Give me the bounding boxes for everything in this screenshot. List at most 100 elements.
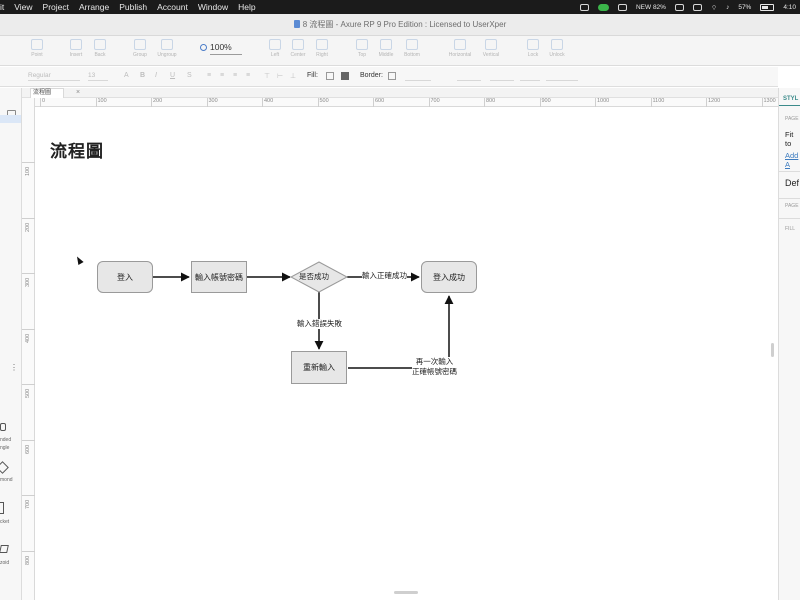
camera-icon[interactable]: [579, 3, 589, 11]
ruler-tick: [761, 98, 763, 107]
opacity-select[interactable]: [560, 72, 578, 81]
valign-top-icon[interactable]: ⊤: [264, 72, 270, 80]
trapezoid-label: zoid: [0, 560, 10, 566]
node-login[interactable]: 登入: [97, 261, 153, 293]
edge-label-correct[interactable]: 輸入正確成功: [362, 271, 407, 282]
ruler-tick: [706, 98, 707, 107]
align-bottom-button[interactable]: Bottom: [398, 39, 426, 58]
tab-close-icon[interactable]: ×: [76, 88, 80, 98]
border-pattern-select[interactable]: [457, 72, 481, 81]
fill-color-swatch[interactable]: [326, 72, 334, 80]
display-icon[interactable]: [617, 3, 627, 11]
align-left-icon: [269, 39, 281, 50]
page-title[interactable]: 流程圖: [50, 137, 104, 162]
ruler-tick: [428, 98, 430, 107]
ruler-tick: [22, 328, 35, 330]
valign-bottom-icon[interactable]: ⊥: [290, 72, 296, 80]
fill-style-swatch[interactable]: [341, 72, 349, 80]
canvas-horizontal-scrollbar[interactable]: [394, 591, 418, 594]
zoom-control[interactable]: 100%: [200, 42, 242, 55]
ruler-label: 400: [264, 98, 274, 104]
tab-flowchart[interactable]: 流程圖: [30, 88, 64, 98]
underline-button[interactable]: U: [170, 72, 175, 79]
unlock-icon: [551, 39, 563, 50]
notes-icon[interactable]: [674, 3, 684, 11]
selected-page-row[interactable]: [0, 115, 21, 123]
wechat-icon[interactable]: [597, 3, 609, 11]
menu-help[interactable]: Help: [238, 2, 255, 12]
distribute-vertical-button[interactable]: Vertical: [477, 39, 505, 58]
menu-arrange[interactable]: Arrange: [79, 2, 109, 12]
trapezoid-shape-icon[interactable]: [0, 545, 9, 553]
menu-publish[interactable]: Publish: [119, 2, 147, 12]
ruler-label: 300: [208, 98, 218, 104]
unlock-button[interactable]: Unlock: [543, 39, 571, 58]
fit-to-content-option[interactable]: Fit to: [785, 130, 800, 148]
point-tool-button[interactable]: Point: [23, 39, 51, 58]
menu-edit[interactable]: it: [0, 2, 4, 12]
group-button[interactable]: Group: [126, 39, 154, 58]
text-color-button[interactable]: A: [124, 72, 129, 79]
align-text-left-icon[interactable]: ≡: [207, 72, 211, 79]
bracket-shape-icon[interactable]: [0, 502, 4, 514]
menu-window[interactable]: Window: [198, 2, 228, 12]
battery-icon[interactable]: [760, 3, 775, 11]
border-thickness-select[interactable]: [405, 72, 431, 81]
tab-style[interactable]: STYL: [783, 96, 798, 102]
edge-label-error[interactable]: 輸入錯誤失敗: [297, 319, 342, 330]
ruler-tick: [22, 439, 35, 441]
ruler-tick: [22, 217, 35, 219]
design-canvas[interactable]: [36, 108, 778, 600]
ruler-tick: [22, 495, 35, 496]
strikethrough-button[interactable]: S: [187, 72, 192, 79]
clock[interactable]: 4:10: [783, 4, 796, 11]
node-enter-credentials[interactable]: 輸入帳號密碼: [191, 261, 247, 293]
italic-button[interactable]: I: [155, 72, 157, 79]
align-text-justify-icon[interactable]: ≡: [246, 72, 250, 79]
canvas-vertical-scrollbar[interactable]: [771, 343, 774, 357]
border-arrow-start-select[interactable]: [490, 72, 514, 81]
ruler-label: 900: [541, 98, 551, 104]
airplay-icon[interactable]: [692, 3, 702, 11]
border-arrow-end-select[interactable]: [520, 72, 540, 81]
document-icon: [293, 20, 300, 28]
ruler-label: 1200: [708, 98, 721, 104]
align-text-right-icon[interactable]: ≡: [233, 72, 237, 79]
distribute-horizontal-button[interactable]: Horizontal: [446, 39, 474, 58]
edge-label-retry[interactable]: 再一次輸入 正確帳號密碼: [412, 357, 457, 378]
status-text: NEW 82%: [635, 3, 666, 11]
ungroup-button[interactable]: Ungroup: [153, 39, 181, 58]
node-reenter[interactable]: 重新輸入: [291, 351, 347, 384]
default-style-select[interactable]: Def: [785, 178, 799, 188]
lock-icon: [527, 39, 539, 50]
bold-button[interactable]: B: [140, 72, 145, 79]
menu-view[interactable]: View: [14, 2, 32, 12]
insert-icon: [70, 39, 82, 50]
fill-section-label: FILL: [785, 226, 796, 232]
align-right-button[interactable]: Right: [308, 39, 336, 58]
corner-radius-select[interactable]: [546, 72, 560, 81]
back-button[interactable]: Back: [86, 39, 114, 58]
align-middle-button[interactable]: Middle: [372, 39, 400, 58]
align-text-center-icon[interactable]: ≡: [220, 72, 224, 79]
back-icon: [94, 39, 106, 50]
add-adaptive-view-link[interactable]: Add A: [785, 151, 800, 169]
volume-icon[interactable]: ♪: [726, 4, 729, 11]
ruler-tick: [40, 98, 41, 107]
border-color-swatch[interactable]: [388, 72, 396, 80]
wifi-icon[interactable]: ⌔: [711, 3, 717, 12]
node-login-success[interactable]: 登入成功: [421, 261, 477, 293]
font-weight-select[interactable]: Regular: [28, 72, 80, 81]
more-icon[interactable]: ⋮: [10, 363, 18, 373]
macos-menu-bar: it View Project Arrange Publish Account …: [0, 0, 800, 14]
align-bottom-icon: [406, 39, 418, 50]
node-check-success-label[interactable]: 是否成功: [299, 272, 329, 282]
rounded-rectangle-shape-icon[interactable]: [0, 423, 6, 431]
menu-account[interactable]: Account: [157, 2, 188, 12]
font-size-select[interactable]: 13: [88, 72, 108, 81]
valign-middle-icon[interactable]: ⊢: [277, 72, 283, 80]
menu-project[interactable]: Project: [43, 2, 69, 12]
diamond-shape-icon[interactable]: [0, 461, 9, 474]
ruler-label: 500: [25, 388, 31, 398]
panel-divider: [779, 218, 800, 219]
